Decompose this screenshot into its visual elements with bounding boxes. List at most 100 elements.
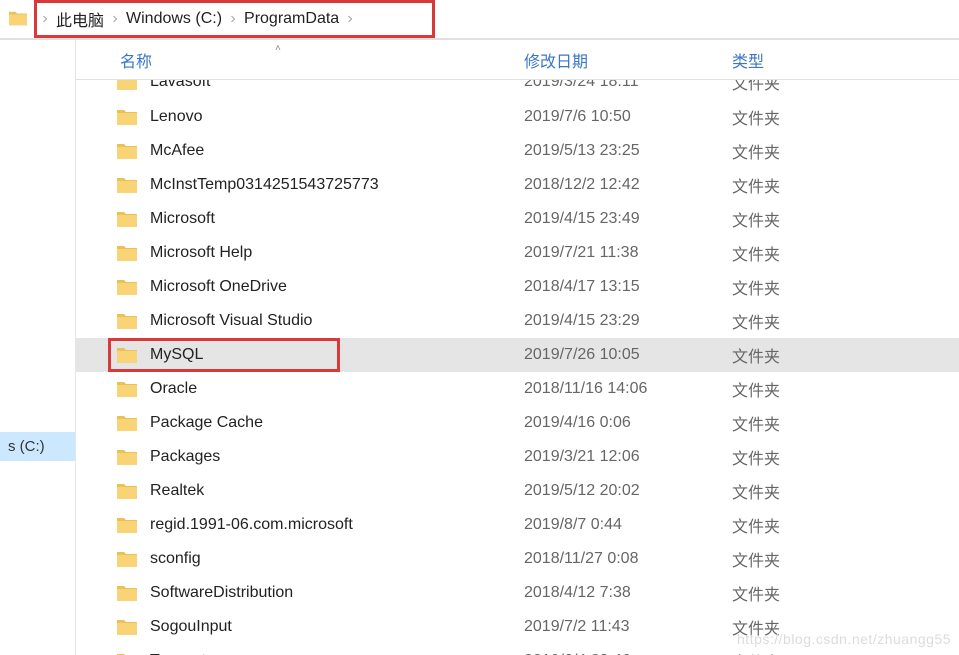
file-date: 2019/8/7 0:44 xyxy=(524,516,732,534)
file-type: 文件夹 xyxy=(732,377,959,401)
file-type: 文件夹 xyxy=(732,207,959,231)
file-type: 文件夹 xyxy=(732,275,959,299)
file-date: 2019/5/12 20:02 xyxy=(524,482,732,500)
file-date: 2019/3/24 18:11 xyxy=(524,80,732,91)
file-date: 2018/11/16 14:06 xyxy=(524,380,732,398)
file-name: Oracle xyxy=(150,380,524,398)
folder-icon xyxy=(116,583,138,603)
folder-icon xyxy=(116,549,138,569)
file-name: SoftwareDistribution xyxy=(150,584,524,602)
file-date: 2019/7/6 10:50 xyxy=(524,108,732,126)
file-row[interactable]: Realtek2019/5/12 20:02文件夹 xyxy=(76,474,959,508)
folder-icon xyxy=(116,651,138,655)
file-type: 文件夹 xyxy=(732,309,959,333)
folder-icon xyxy=(116,379,138,399)
file-row[interactable]: regid.1991-06.com.microsoft2019/8/7 0:44… xyxy=(76,508,959,542)
file-row[interactable]: McAfee2019/5/13 23:25文件夹 xyxy=(76,134,959,168)
file-type: 文件夹 xyxy=(732,649,959,655)
file-row[interactable]: Package Cache2019/4/16 0:06文件夹 xyxy=(76,406,959,440)
file-list: Lavasoft2019/3/24 18:11文件夹Lenovo2019/7/6… xyxy=(76,80,959,655)
breadcrumb-separator[interactable] xyxy=(36,10,54,28)
file-row[interactable]: Lenovo2019/7/6 10:50文件夹 xyxy=(76,100,959,134)
file-row[interactable]: Packages2019/3/21 12:06文件夹 xyxy=(76,440,959,474)
breadcrumb-bar: 此电脑 Windows (C:) ProgramData xyxy=(0,0,959,40)
folder-icon xyxy=(116,107,138,127)
file-list-pane: 名称 修改日期 类型 ˄ Lavasoft2019/3/24 18:11文件夹L… xyxy=(76,40,959,655)
file-name: Packages xyxy=(150,448,524,466)
file-row[interactable]: Lavasoft2019/3/24 18:11文件夹 xyxy=(76,80,959,100)
file-row[interactable]: Oracle2018/11/16 14:06文件夹 xyxy=(76,372,959,406)
content-area: s (C:) 名称 修改日期 类型 ˄ Lavasoft2019/3/24 18… xyxy=(0,40,959,655)
file-name: Microsoft OneDrive xyxy=(150,278,524,296)
file-row[interactable]: SogouInput2019/7/2 11:43文件夹 xyxy=(76,610,959,644)
folder-icon xyxy=(116,80,138,92)
file-type: 文件夹 xyxy=(732,105,959,129)
folder-icon xyxy=(116,175,138,195)
file-name: Realtek xyxy=(150,482,524,500)
folder-icon xyxy=(116,209,138,229)
file-name: Lavasoft xyxy=(150,80,524,91)
file-date: 2019/7/2 11:43 xyxy=(524,618,732,636)
file-type: 文件夹 xyxy=(732,445,959,469)
file-name: Package Cache xyxy=(150,414,524,432)
folder-location-icon xyxy=(8,9,28,29)
breadcrumb-separator[interactable] xyxy=(341,10,359,28)
file-name: MySQL xyxy=(150,346,524,364)
file-row[interactable]: McInstTemp03142515437257732018/12/2 12:4… xyxy=(76,168,959,202)
file-date: 2019/4/16 0:06 xyxy=(524,414,732,432)
file-name: Lenovo xyxy=(150,108,524,126)
folder-icon xyxy=(116,515,138,535)
breadcrumb-separator[interactable] xyxy=(224,10,242,28)
sidebar-nav: s (C:) xyxy=(0,40,76,655)
file-type: 文件夹 xyxy=(732,173,959,197)
breadcrumb-programdata[interactable]: ProgramData xyxy=(242,6,341,32)
column-header-date[interactable]: 修改日期 xyxy=(524,48,732,72)
breadcrumb-this-pc[interactable]: 此电脑 xyxy=(54,3,106,35)
column-header-type[interactable]: 类型 xyxy=(732,48,959,72)
file-row[interactable]: Microsoft Visual Studio2019/4/15 23:29文件… xyxy=(76,304,959,338)
file-type: 文件夹 xyxy=(732,241,959,265)
file-row[interactable]: sconfig2018/11/27 0:08文件夹 xyxy=(76,542,959,576)
folder-icon xyxy=(116,413,138,433)
folder-icon xyxy=(116,447,138,467)
file-name: Microsoft Help xyxy=(150,244,524,262)
sort-indicator-icon: ˄ xyxy=(275,43,281,54)
file-type: 文件夹 xyxy=(732,581,959,605)
folder-icon xyxy=(116,141,138,161)
file-date: 2019/7/21 11:38 xyxy=(524,244,732,262)
file-row[interactable]: Tencent2019/6/4 23:46文件夹 xyxy=(76,644,959,655)
file-name: Microsoft Visual Studio xyxy=(150,312,524,330)
file-type: 文件夹 xyxy=(732,547,959,571)
file-date: 2019/4/15 23:29 xyxy=(524,312,732,330)
file-name: Microsoft xyxy=(150,210,524,228)
folder-icon xyxy=(116,311,138,331)
file-type: 文件夹 xyxy=(732,479,959,503)
folder-icon xyxy=(116,345,138,365)
file-date: 2018/4/12 7:38 xyxy=(524,584,732,602)
file-type: 文件夹 xyxy=(732,411,959,435)
folder-icon xyxy=(116,617,138,637)
sidebar-item-drive-c[interactable]: s (C:) xyxy=(0,432,75,461)
column-header-name[interactable]: 名称 xyxy=(116,48,524,72)
file-name: McAfee xyxy=(150,142,524,160)
file-type: 文件夹 xyxy=(732,343,959,367)
file-row[interactable]: MySQL2019/7/26 10:05文件夹 xyxy=(76,338,959,372)
file-row[interactable]: Microsoft OneDrive2018/4/17 13:15文件夹 xyxy=(76,270,959,304)
file-type: 文件夹 xyxy=(732,513,959,537)
file-name: SogouInput xyxy=(150,618,524,636)
file-date: 2019/4/15 23:49 xyxy=(524,210,732,228)
file-row[interactable]: Microsoft Help2019/7/21 11:38文件夹 xyxy=(76,236,959,270)
folder-icon xyxy=(116,481,138,501)
file-date: 2018/11/27 0:08 xyxy=(524,550,732,568)
file-row[interactable]: SoftwareDistribution2018/4/12 7:38文件夹 xyxy=(76,576,959,610)
file-type: 文件夹 xyxy=(732,80,959,94)
file-date: 2018/4/17 13:15 xyxy=(524,278,732,296)
breadcrumb-drive-c[interactable]: Windows (C:) xyxy=(124,6,224,32)
file-type: 文件夹 xyxy=(732,615,959,639)
file-name: sconfig xyxy=(150,550,524,568)
file-type: 文件夹 xyxy=(732,139,959,163)
breadcrumb-separator[interactable] xyxy=(106,10,124,28)
file-row[interactable]: Microsoft2019/4/15 23:49文件夹 xyxy=(76,202,959,236)
file-date: 2018/12/2 12:42 xyxy=(524,176,732,194)
folder-icon xyxy=(116,277,138,297)
